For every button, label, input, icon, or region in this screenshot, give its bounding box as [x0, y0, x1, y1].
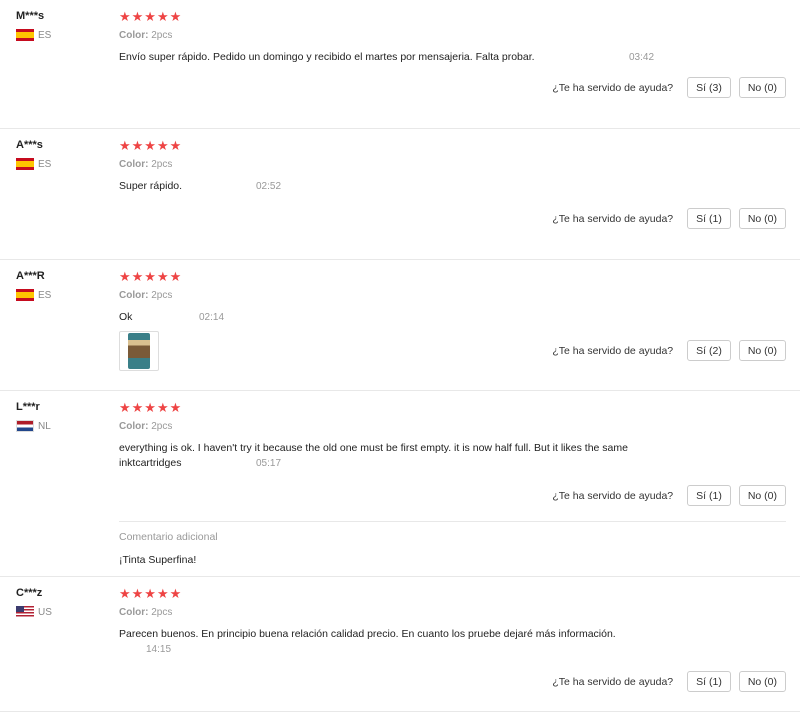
- reviewer-name: M***s: [16, 10, 45, 22]
- reviewer-info: L***r NL: [16, 401, 116, 432]
- review-content: ★★★★★ Color: 2pcs Parecen buenos. En pri…: [119, 587, 786, 657]
- helpful-vote: ¿Te ha servido de ayuda? Sí (1) No (0): [552, 485, 786, 506]
- variant-info: Color: 2pcs: [119, 421, 786, 432]
- review-time: 03:42: [629, 52, 655, 63]
- variant-value: 2pcs: [151, 607, 173, 618]
- review-content: ★★★★★ Color: 2pcs Super rápido. 02:52: [119, 139, 786, 194]
- review-time: 05:17: [256, 458, 282, 469]
- reviewer-name: A***s: [16, 139, 43, 151]
- star-rating: ★★★★★: [119, 138, 183, 153]
- review-text-row: Ok 02:14: [119, 310, 786, 325]
- country-code: NL: [38, 420, 51, 432]
- variant-value: 2pcs: [151, 30, 173, 41]
- review-item: A***s ES ★★★★★ Color: 2pcs Super rápido.…: [0, 129, 800, 260]
- usa-flag-icon: [16, 606, 34, 618]
- review-item: C***z US ★★★★★ Color: 2pcs Parecen bueno…: [0, 577, 800, 712]
- variant-label: Color:: [119, 290, 149, 301]
- helpful-vote: ¿Te ha servido de ayuda? Sí (1) No (0): [552, 208, 786, 229]
- review-text-row: Envío super rápido. Pedido un domingo y …: [119, 50, 786, 65]
- country-code: ES: [38, 289, 52, 301]
- variant-info: Color: 2pcs: [119, 290, 786, 301]
- review-content: ★★★★★ Color: 2pcs everything is ok. I ha…: [119, 401, 786, 471]
- helpful-vote: ¿Te ha servido de ayuda? Sí (3) No (0): [552, 77, 786, 98]
- helpful-vote: ¿Te ha servido de ayuda? Sí (2) No (0): [552, 340, 786, 361]
- variant-value: 2pcs: [151, 421, 173, 432]
- helpful-question: ¿Te ha servido de ayuda?: [552, 489, 674, 502]
- helpful-question: ¿Te ha servido de ayuda?: [552, 212, 674, 225]
- review-content: ★★★★★ Color: 2pcs Envío super rápido. Pe…: [119, 10, 786, 65]
- additional-comment-text: ¡Tinta Superfina!: [119, 554, 197, 566]
- variant-label: Color:: [119, 607, 149, 618]
- netherlands-flag-icon: [16, 420, 34, 432]
- variant-info: Color: 2pcs: [119, 607, 786, 618]
- helpful-question: ¿Te ha servido de ayuda?: [552, 344, 674, 357]
- reviewer-country: ES: [16, 289, 116, 301]
- review-text: Parecen buenos. En principio buena relac…: [119, 628, 616, 640]
- reviewer-info: C***z US: [16, 587, 116, 618]
- helpful-vote: ¿Te ha servido de ayuda? Sí (1) No (0): [552, 671, 786, 692]
- product-photo-icon: [128, 333, 150, 369]
- spain-flag-icon: [16, 289, 34, 301]
- helpful-no-button[interactable]: No (0): [738, 208, 786, 229]
- variant-label: Color:: [119, 30, 149, 41]
- review-time: 02:14: [199, 312, 225, 323]
- review-item: A***R ES ★★★★★ Color: 2pcs Ok 02:14 ¿Te …: [0, 260, 800, 391]
- reviewer-country: NL: [16, 420, 116, 432]
- reviewer-country: ES: [16, 29, 116, 41]
- star-rating: ★★★★★: [119, 9, 183, 24]
- helpful-yes-button[interactable]: Sí (2): [687, 340, 731, 361]
- reviewer-info: A***s ES: [16, 139, 116, 170]
- reviewer-info: M***s ES: [16, 10, 116, 41]
- helpful-question: ¿Te ha servido de ayuda?: [552, 675, 674, 688]
- review-photo-thumbnail[interactable]: [119, 331, 159, 371]
- reviewer-name: L***r: [16, 401, 40, 413]
- reviewer-country: US: [16, 606, 116, 618]
- spain-flag-icon: [16, 29, 34, 41]
- helpful-no-button[interactable]: No (0): [738, 77, 786, 98]
- review-item: L***r NL ★★★★★ Color: 2pcs everything is…: [0, 391, 800, 577]
- helpful-yes-button[interactable]: Sí (1): [687, 208, 731, 229]
- star-rating: ★★★★★: [119, 269, 183, 284]
- variant-value: 2pcs: [151, 290, 173, 301]
- review-time: 02:52: [256, 181, 282, 192]
- review-text: Super rápido.: [119, 180, 183, 192]
- helpful-question: ¿Te ha servido de ayuda?: [552, 81, 674, 94]
- reviewer-info: A***R ES: [16, 270, 116, 301]
- country-code: US: [38, 606, 52, 618]
- review-text: everything is ok. I haven't try it becau…: [119, 442, 628, 469]
- reviewer-name: A***R: [16, 270, 45, 282]
- helpful-no-button[interactable]: No (0): [738, 485, 786, 506]
- review-item: M***s ES ★★★★★ Color: 2pcs Envío super r…: [0, 0, 800, 129]
- helpful-no-button[interactable]: No (0): [738, 671, 786, 692]
- star-rating: ★★★★★: [119, 586, 183, 601]
- helpful-no-button[interactable]: No (0): [738, 340, 786, 361]
- review-text: Ok: [119, 311, 133, 323]
- star-rating: ★★★★★: [119, 400, 183, 415]
- additional-comment: Comentario adicional ¡Tinta Superfina!: [119, 521, 786, 566]
- review-time: 14:15: [146, 644, 172, 655]
- review-text-row: Parecen buenos. En principio buena relac…: [119, 627, 786, 657]
- reviewer-country: ES: [16, 158, 116, 170]
- country-code: ES: [38, 158, 52, 170]
- review-text: Envío super rápido. Pedido un domingo y …: [119, 51, 535, 63]
- variant-info: Color: 2pcs: [119, 30, 786, 41]
- variant-label: Color:: [119, 421, 149, 432]
- variant-info: Color: 2pcs: [119, 159, 786, 170]
- review-text-row: everything is ok. I haven't try it becau…: [119, 441, 679, 471]
- spain-flag-icon: [16, 158, 34, 170]
- helpful-yes-button[interactable]: Sí (1): [687, 485, 731, 506]
- variant-label: Color:: [119, 159, 149, 170]
- country-code: ES: [38, 29, 52, 41]
- helpful-yes-button[interactable]: Sí (1): [687, 671, 731, 692]
- reviewer-name: C***z: [16, 587, 43, 599]
- review-text-row: Super rápido. 02:52: [119, 179, 786, 194]
- helpful-yes-button[interactable]: Sí (3): [687, 77, 731, 98]
- variant-value: 2pcs: [151, 159, 173, 170]
- additional-comment-label: Comentario adicional: [119, 531, 218, 543]
